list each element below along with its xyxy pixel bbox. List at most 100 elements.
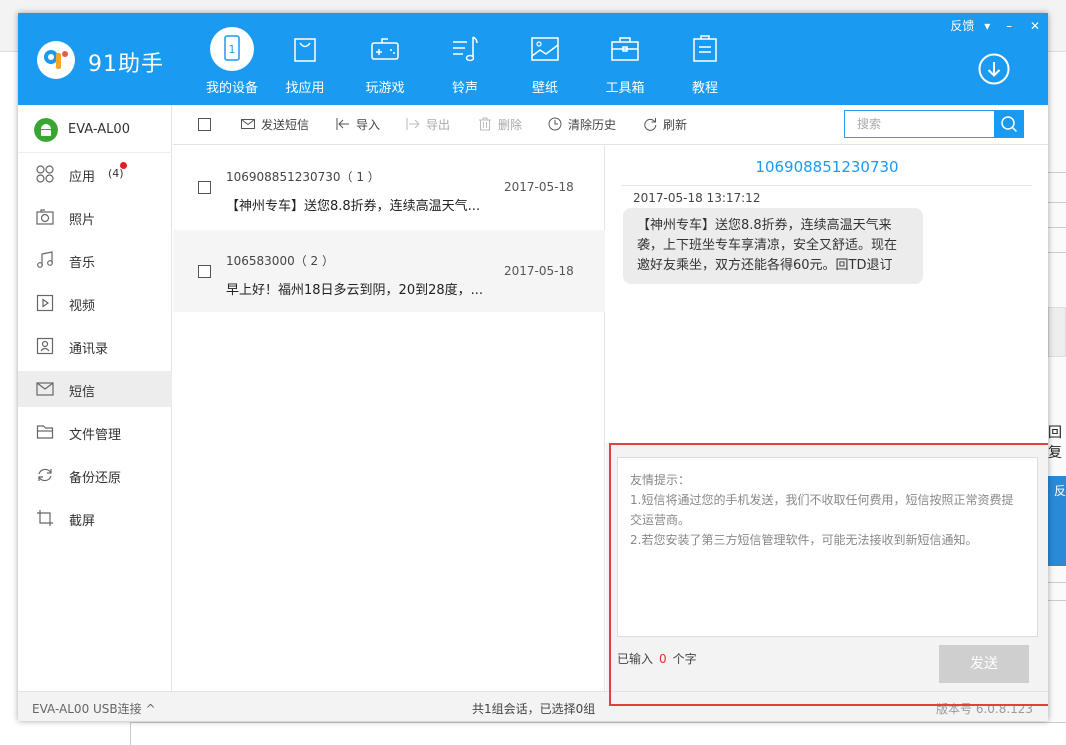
sender-number: 106583000（ 2 ）: [226, 254, 334, 268]
shopping-bag-icon: [294, 38, 316, 62]
sidebar-item-screenshot[interactable]: 截屏: [18, 500, 172, 536]
export-label: 导出: [426, 118, 451, 132]
sidebar-item-sms[interactable]: 短信: [18, 371, 172, 407]
nav-wallpaper[interactable]: 壁纸: [512, 27, 578, 97]
sms-toolbar: 发送短信 导入 导出 删除 清除历史 刷新 搜索: [173, 105, 1048, 145]
sidebar-item-backup-restore[interactable]: 备份还原: [18, 457, 172, 493]
android-icon: [34, 118, 58, 142]
nav-my-device[interactable]: 1 我的设备: [199, 27, 265, 97]
clear-history-label: 清除历史: [568, 118, 617, 132]
sidebar-item-apps[interactable]: 应用 (4): [18, 156, 172, 192]
sidebar-item-contacts[interactable]: 通讯录: [18, 328, 172, 364]
clock-icon: [548, 117, 562, 131]
nav-tutorials[interactable]: 教程: [672, 27, 738, 97]
sidebar-item-label: 视频: [69, 299, 96, 314]
message-bubble: 【神州专车】送您8.8折券，连续高温天气来袭，上下班坐专车享清凉，安全又舒适。现…: [623, 208, 923, 284]
trash-icon: [479, 117, 491, 131]
contacts-icon: [36, 337, 54, 355]
background-window-edge: 回复 反: [1048, 52, 1066, 745]
music-icon: [37, 251, 53, 268]
conversation-list: 106908851230730（ 1 ） 【神州专车】送您8.8折券，连续高温天…: [173, 146, 605, 691]
crop-icon: [37, 510, 53, 526]
nav-label: 铃声: [451, 81, 478, 96]
search-icon[interactable]: [994, 110, 1024, 138]
nav-label: 我的设备: [205, 81, 258, 96]
message-preview: 【神州专车】送您8.8折券，连续高温天气...: [226, 199, 481, 214]
device-selector[interactable]: EVA-AL00: [18, 105, 172, 153]
nav-ringtones[interactable]: 铃声: [432, 27, 498, 97]
nav-play-games[interactable]: 玩游戏: [352, 27, 418, 97]
envelope-icon: [36, 382, 54, 396]
close-button[interactable]: ✕: [1030, 19, 1040, 33]
selection-summary: 共1组会话，已选择0组: [472, 702, 596, 716]
video-icon: [36, 294, 54, 312]
delete-button[interactable]: 删除: [478, 116, 522, 134]
sidebar-item-label: 应用: [69, 170, 96, 185]
sidebar-item-video[interactable]: 视频: [18, 285, 172, 321]
sidebar-item-music[interactable]: 音乐: [18, 242, 172, 278]
message-timestamp: 2017-05-18 13:17:12: [633, 191, 761, 205]
svg-text:1: 1: [229, 43, 236, 56]
sidebar-item-label: 截屏: [69, 514, 96, 529]
clear-history-button[interactable]: 清除历史: [548, 116, 616, 134]
logo-icon: [37, 41, 75, 79]
sidebar-item-photos[interactable]: 照片: [18, 199, 172, 235]
app-logo-text: 91助手: [88, 52, 164, 77]
feedback-button[interactable]: 反馈: [950, 17, 974, 34]
nav-toolbox[interactable]: 工具箱: [592, 27, 658, 97]
sidebar-item-file-manager[interactable]: 文件管理: [18, 414, 172, 450]
minimize-button[interactable]: –: [1006, 19, 1012, 33]
toolbox-icon: [611, 37, 639, 61]
sidebar-item-label: 音乐: [69, 256, 96, 271]
sidebar-item-label: 照片: [69, 213, 96, 228]
main-window: 91助手 1 我的设备 找应用 玩游戏 铃声 壁纸 工具箱 教程 反馈 ▾ – …: [18, 13, 1048, 721]
send-sms-button[interactable]: 发送短信: [241, 116, 309, 134]
list-item[interactable]: 106908851230730（ 1 ） 【神州专车】送您8.8折券，连续高温天…: [173, 146, 605, 228]
list-item[interactable]: 106583000（ 2 ） 早上好！福州18日多云到阴，20到28度，... …: [173, 230, 605, 312]
envelope-icon: [241, 119, 255, 129]
menu-dropdown-icon[interactable]: ▾: [984, 19, 990, 33]
refresh-button[interactable]: 刷新: [643, 116, 687, 134]
refresh-label: 刷新: [663, 118, 688, 132]
export-icon: [406, 118, 420, 130]
search-input[interactable]: 搜索: [844, 110, 996, 138]
select-all-checkbox[interactable]: [198, 118, 211, 131]
export-button[interactable]: 导出: [406, 116, 450, 134]
conversation-title: 106908851230730: [755, 158, 899, 176]
device-icon: 1: [224, 35, 240, 61]
clipboard-icon: [693, 35, 717, 62]
window-controls: 反馈 ▾ – ✕: [944, 17, 1040, 35]
row-checkbox[interactable]: [198, 265, 211, 278]
message-date: 2017-05-18: [504, 264, 574, 278]
import-label: 导入: [356, 118, 381, 132]
top-navigation-bar: 91助手 1 我的设备 找应用 玩游戏 铃声 壁纸 工具箱 教程 反馈 ▾ – …: [18, 13, 1048, 105]
nav-label: 教程: [691, 81, 718, 96]
connection-status[interactable]: EVA-AL00 USB连接 ^: [32, 700, 156, 717]
apps-count-badge: (4): [108, 167, 124, 180]
nav-label: 壁纸: [531, 81, 558, 96]
delete-label: 删除: [498, 118, 523, 132]
row-checkbox[interactable]: [198, 181, 211, 194]
import-icon: [336, 118, 349, 130]
camera-icon: [36, 209, 54, 225]
folder-icon: [36, 425, 54, 439]
nav-label: 找应用: [285, 81, 325, 96]
sidebar: EVA-AL00 应用 (4) 照片 音乐 视频 通讯录 短信 文件管理 备份还…: [18, 105, 172, 721]
background-blue-block: 反: [1048, 476, 1066, 566]
import-button[interactable]: 导入: [336, 116, 380, 134]
refresh-icon: [644, 118, 657, 131]
notification-dot: [120, 162, 127, 169]
divider: [622, 185, 1032, 186]
sidebar-item-label: 通讯录: [69, 342, 109, 357]
nav-find-apps[interactable]: 找应用: [272, 27, 338, 97]
nav-label: 工具箱: [605, 81, 645, 96]
nav-label: 玩游戏: [365, 81, 405, 96]
apps-grid-icon: [36, 165, 54, 183]
gamepad-icon: [371, 38, 399, 60]
send-sms-label: 发送短信: [261, 118, 310, 132]
music-note-icon: [453, 36, 478, 62]
download-icon[interactable]: [978, 53, 1010, 85]
background-side-text: 回复: [1048, 425, 1062, 461]
sidebar-item-label: 备份还原: [69, 471, 122, 486]
sidebar-item-label: 短信: [69, 385, 96, 400]
